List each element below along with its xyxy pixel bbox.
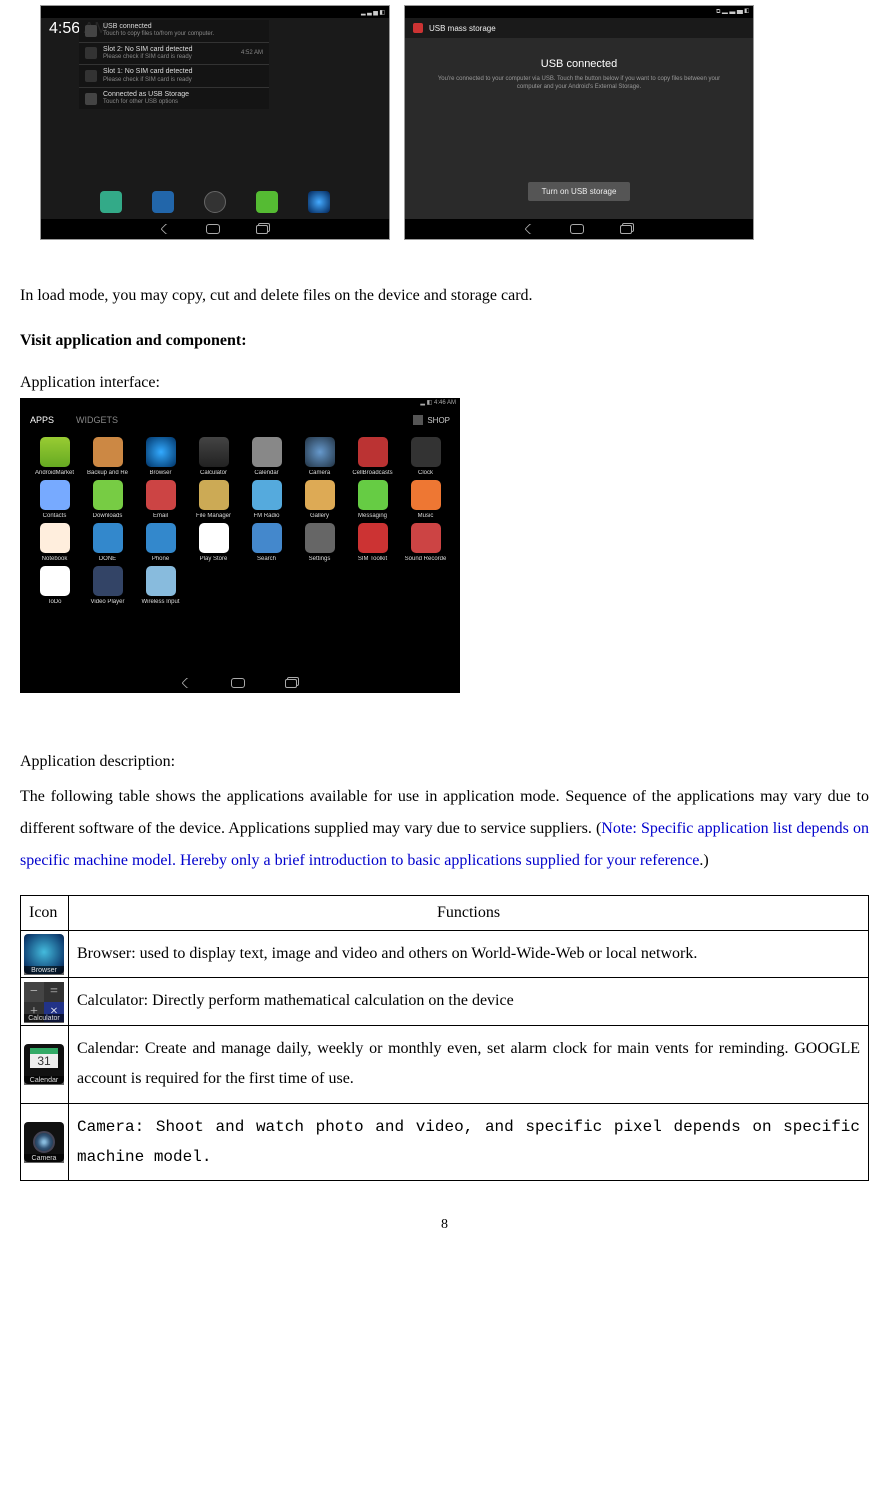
nav-bar [20, 673, 460, 693]
applications-table: Icon Functions Browser Browser: used to … [20, 895, 869, 1181]
browser-description: Browser: used to display text, image and… [69, 931, 869, 978]
screen-header: USB mass storage [405, 18, 753, 38]
apps-icon [204, 191, 226, 213]
notification-item: Slot 2: No SIM card detectedPlease check… [79, 43, 269, 66]
warning-icon [85, 70, 97, 82]
shop-icon [413, 415, 423, 425]
home-icon [206, 224, 220, 234]
screenshot-1-notification-panel: ▂ ▃ ▅ ◧ 4:56 AM01-01-2012 USB connectedT… [40, 5, 390, 240]
usb-connected-title: USB connected [405, 58, 753, 70]
status-bar: ▂ ◧ 4:46 AM [20, 398, 460, 409]
app-grid: AndroidMarket Backup and Re Browser Calc… [20, 431, 460, 611]
notification-panel: USB connectedTouch to copy files to/from… [79, 20, 269, 109]
back-icon [181, 677, 192, 688]
screenshot-3-app-drawer: ▂ ◧ 4:46 AM APPS WIDGETS SHOP AndroidMar… [20, 398, 460, 693]
table-row: 31Calendar Calendar: Create and manage d… [21, 1025, 869, 1103]
warning-icon [85, 47, 97, 59]
notification-item: Connected as USB StorageTouch for other … [79, 88, 269, 110]
android-icon [413, 23, 423, 33]
app-drawer-tabs: APPS WIDGETS SHOP [20, 409, 460, 431]
screenshot-row-top: ▂ ▃ ▅ ◧ 4:56 AM01-01-2012 USB connectedT… [20, 5, 869, 240]
browser-icon [308, 191, 330, 213]
recent-icon [620, 225, 632, 234]
paragraph-load-mode: In load mode, you may copy, cut and dele… [20, 280, 869, 312]
recent-icon [256, 225, 268, 234]
messaging-icon [256, 191, 278, 213]
table-header-row: Icon Functions [21, 896, 869, 931]
subheading-app-interface: Application interface: [20, 374, 869, 392]
header-functions: Functions [69, 896, 869, 931]
dock [41, 187, 389, 217]
browser-icon: Browser [21, 931, 69, 978]
tab-apps[interactable]: APPS [30, 415, 54, 425]
calendar-description: Calendar: Create and manage daily, weekl… [69, 1025, 869, 1103]
notification-item: USB connectedTouch to copy files to/from… [79, 20, 269, 43]
table-row: Browser Browser: used to display text, i… [21, 931, 869, 978]
camera-description: Camera: Shoot and watch photo and video,… [69, 1103, 869, 1181]
notification-item: Slot 1: No SIM card detectedPlease check… [79, 65, 269, 88]
heading-visit-application: Visit application and component: [20, 332, 869, 350]
shop-link[interactable]: SHOP [413, 415, 450, 425]
recent-icon [285, 679, 297, 688]
home-icon [231, 678, 245, 688]
contacts-icon [152, 191, 174, 213]
camera-icon: Camera [21, 1103, 69, 1181]
nav-bar [41, 219, 389, 239]
usb-connected-subtitle: You're connected to your computer via US… [405, 76, 753, 92]
nav-bar [405, 219, 753, 239]
subheading-app-description: Application description: [20, 753, 869, 771]
back-icon [524, 223, 535, 234]
back-icon [160, 223, 171, 234]
calculator-description: Calculator: Directly perform mathematica… [69, 978, 869, 1025]
tab-widgets[interactable]: WIDGETS [76, 415, 118, 425]
calculator-icon: −=+×Calculator [21, 978, 69, 1025]
paragraph-app-description: The following table shows the applicatio… [20, 781, 869, 877]
usb-icon [85, 93, 97, 105]
calendar-icon: 31Calendar [21, 1025, 69, 1103]
status-bar: ⧉ ▂ ▃ ▅ ◧ [405, 6, 753, 18]
screenshot-2-usb-storage: ⧉ ▂ ▃ ▅ ◧ USB mass storage USB connected… [404, 5, 754, 240]
page-number: 8 [20, 1217, 869, 1233]
table-row: Camera Camera: Shoot and watch photo and… [21, 1103, 869, 1181]
table-row: −=+×Calculator Calculator: Directly perf… [21, 978, 869, 1025]
home-icon [570, 224, 584, 234]
phone-icon [100, 191, 122, 213]
turn-on-usb-button[interactable]: Turn on USB storage [528, 182, 631, 201]
header-icon: Icon [21, 896, 69, 931]
usb-icon [85, 25, 97, 37]
status-bar: ▂ ▃ ▅ ◧ [41, 6, 389, 18]
